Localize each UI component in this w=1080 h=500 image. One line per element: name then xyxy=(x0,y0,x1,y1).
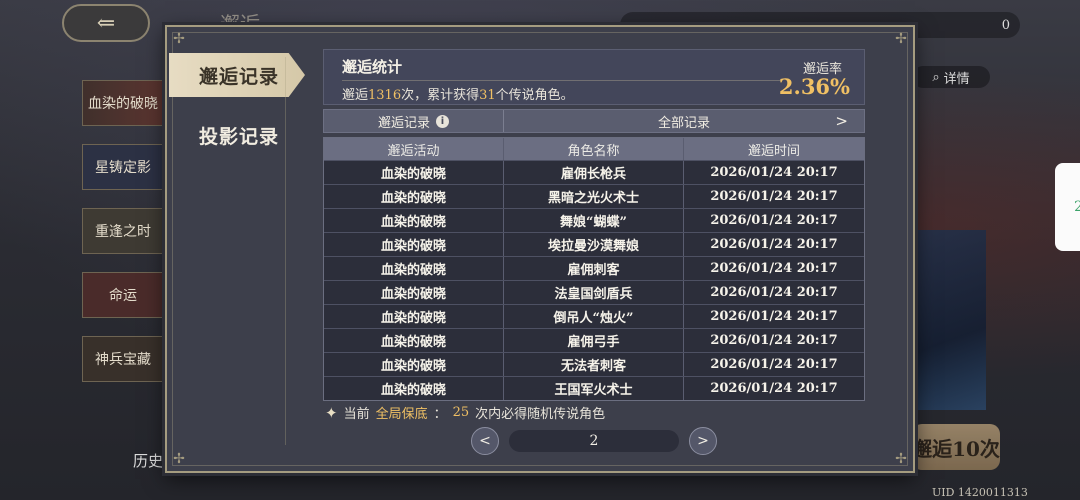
cell-time: 2026/01/24 20:17 xyxy=(710,213,838,228)
cell-time: 2026/01/24 20:17 xyxy=(710,381,838,396)
cell-activity: 血染的破晓 xyxy=(324,305,504,328)
stats-text-suffix: 个传说角色。 xyxy=(495,88,574,103)
table-row: 血染的破晓 舞娘“蝴蝶” 2026/01/24 20:17 xyxy=(324,208,864,232)
column-header: 邂逅时间 xyxy=(747,143,800,159)
record-type-text: 邂逅记录 xyxy=(377,115,430,131)
cell-character: 黑暗之光火术士 xyxy=(504,185,684,208)
record-filter-value[interactable]: 全部记录 xyxy=(504,112,864,131)
chevron-right-icon: > xyxy=(697,433,709,449)
stats-text-mid: 次，累计获得 xyxy=(401,88,480,103)
cell-character: 雇佣长枪兵 xyxy=(504,161,684,184)
draw-record-modal: ✢ ✢ ✢ ✢ 邂逅记录 投影记录 邂逅统计 邂逅1316次，累计获得31个传说… xyxy=(165,25,915,473)
stats-title: 邂逅统计 xyxy=(342,58,403,76)
prev-page-button[interactable]: < xyxy=(471,427,499,455)
cell-activity: 血染的破晓 xyxy=(324,209,504,232)
cell-character: 舞娘“蝴蝶” xyxy=(504,209,684,232)
banner-item[interactable]: 星铸定影 xyxy=(82,144,164,190)
pity-suffix: 次内必得随机传说角色 xyxy=(475,407,606,422)
cell-time: 2026/01/24 20:17 xyxy=(710,261,838,276)
back-arrow-icon: ⇐ xyxy=(96,10,116,36)
pity-prefix: 当前 xyxy=(343,407,370,422)
rate-value: 2.36% xyxy=(778,74,850,99)
banner-item[interactable]: 命运 xyxy=(82,272,164,318)
pity-guarantee-note: ✦ 当前 全局保底 ： 25 次内必得随机传说角色 xyxy=(325,403,606,423)
sidebar-divider xyxy=(285,57,286,445)
legendary-count: 31 xyxy=(479,88,496,103)
cell-character: 法皇国剑盾兵 xyxy=(504,281,684,304)
cell-activity: 血染的破晓 xyxy=(324,377,504,400)
uid-label: UID 1420011313 xyxy=(932,486,1028,499)
table-row: 血染的破晓 黑暗之光火术士 2026/01/24 20:17 xyxy=(324,184,864,208)
cell-character: 倒吊人“烛火” xyxy=(504,305,684,328)
cell-character: 埃拉曼沙漠舞娘 xyxy=(504,233,684,256)
cell-time: 2026/01/24 20:17 xyxy=(710,357,838,372)
table-row: 血染的破晓 埃拉曼沙漠舞娘 2026/01/24 20:17 xyxy=(324,232,864,256)
stats-divider xyxy=(342,80,782,81)
banner-item[interactable]: 神兵宝藏 xyxy=(82,336,164,382)
table-row: 血染的破晓 倒吊人“烛火” 2026/01/24 20:17 xyxy=(324,304,864,328)
chevron-right-icon[interactable]: > xyxy=(835,112,848,130)
column-header: 角色名称 xyxy=(504,138,684,160)
cell-time: 2026/01/24 20:17 xyxy=(710,333,838,348)
detail-button[interactable]: ⌕ 详情 xyxy=(912,66,990,88)
sparkle-icon: ✦ xyxy=(325,403,338,422)
total-draws-count: 1316 xyxy=(368,88,402,103)
stats-text-prefix: 邂逅 xyxy=(342,88,369,103)
banner-list: 血染的破晓 星铸定影 重逢之时 命运 神兵宝藏 xyxy=(82,80,164,400)
cell-activity: 血染的破晓 xyxy=(324,329,504,352)
stats-summary: 邂逅1316次，累计获得31个传说角色。 xyxy=(342,84,574,103)
cell-character: 雇佣弓手 xyxy=(504,329,684,352)
table-row: 血染的破晓 雇佣弓手 2026/01/24 20:17 xyxy=(324,328,864,352)
table-row: 血染的破晓 雇佣刺客 2026/01/24 20:17 xyxy=(324,256,864,280)
column-header: 邂逅活动 xyxy=(324,138,504,160)
pity-colon: ： xyxy=(433,407,447,422)
next-page-button[interactable]: > xyxy=(689,427,717,455)
back-button[interactable]: ⇐ xyxy=(62,4,150,42)
cell-time: 2026/01/24 20:17 xyxy=(710,189,838,204)
corner-ornament-icon: ✢ xyxy=(173,31,185,47)
cell-character: 雇佣刺客 xyxy=(504,257,684,280)
cell-activity: 血染的破晓 xyxy=(324,233,504,256)
banner-art xyxy=(912,230,986,410)
cell-time: 2026/01/24 20:17 xyxy=(710,237,838,252)
table-row: 血染的破晓 王国军火术士 2026/01/24 20:17 xyxy=(324,376,864,400)
side-popup-text: 2 xyxy=(1074,199,1080,215)
page-indicator: 2 xyxy=(509,430,679,452)
pity-highlight: 全局保底 xyxy=(375,407,428,422)
cell-character: 无法者刺客 xyxy=(504,353,684,376)
chevron-left-icon: < xyxy=(479,433,491,449)
banner-item[interactable]: 重逢之时 xyxy=(82,208,164,254)
table-header: 邂逅活动 角色名称 邂逅时间 xyxy=(324,138,864,160)
draw-stats-panel: 邂逅统计 邂逅1316次，累计获得31个传说角色。 邂逅率 2.36% xyxy=(323,49,865,105)
history-button[interactable]: 历史 xyxy=(133,450,163,471)
cell-character: 王国军火术士 xyxy=(504,377,684,400)
corner-ornament-icon: ✢ xyxy=(895,451,907,467)
cell-time: 2026/01/24 20:17 xyxy=(710,309,838,324)
pity-count: 25 xyxy=(452,405,470,420)
cell-activity: 血染的破晓 xyxy=(324,185,504,208)
search-icon: ⌕ xyxy=(932,69,940,85)
currency-value: 0 xyxy=(1001,17,1010,33)
corner-ornament-icon: ✢ xyxy=(173,451,185,467)
table-row: 血染的破晓 无法者刺客 2026/01/24 20:17 xyxy=(324,352,864,376)
cell-activity: 血染的破晓 xyxy=(324,257,504,280)
record-type-label: 邂逅记录 i xyxy=(324,110,504,132)
side-popup[interactable]: 2 xyxy=(1055,163,1080,251)
draw-ten-button[interactable]: 邂逅10次 xyxy=(912,424,1000,470)
info-icon[interactable]: i xyxy=(436,114,449,128)
table-row: 血染的破晓 法皇国剑盾兵 2026/01/24 20:17 xyxy=(324,280,864,304)
table-row: 血染的破晓 雇佣长枪兵 2026/01/24 20:17 xyxy=(324,160,864,184)
corner-ornament-icon: ✢ xyxy=(895,31,907,47)
banner-item[interactable]: 血染的破晓 xyxy=(82,80,164,126)
cell-activity: 血染的破晓 xyxy=(324,281,504,304)
record-filter-bar[interactable]: 邂逅记录 i 全部记录 > xyxy=(323,109,865,133)
cell-activity: 血染的破晓 xyxy=(324,353,504,376)
cell-activity: 血染的破晓 xyxy=(324,161,504,184)
cell-time: 2026/01/24 20:17 xyxy=(710,165,838,180)
detail-label: 详情 xyxy=(943,71,970,87)
cell-time: 2026/01/24 20:17 xyxy=(710,285,838,300)
draw-record-table: 邂逅活动 角色名称 邂逅时间 血染的破晓 雇佣长枪兵 2026/01/24 20… xyxy=(323,137,865,401)
